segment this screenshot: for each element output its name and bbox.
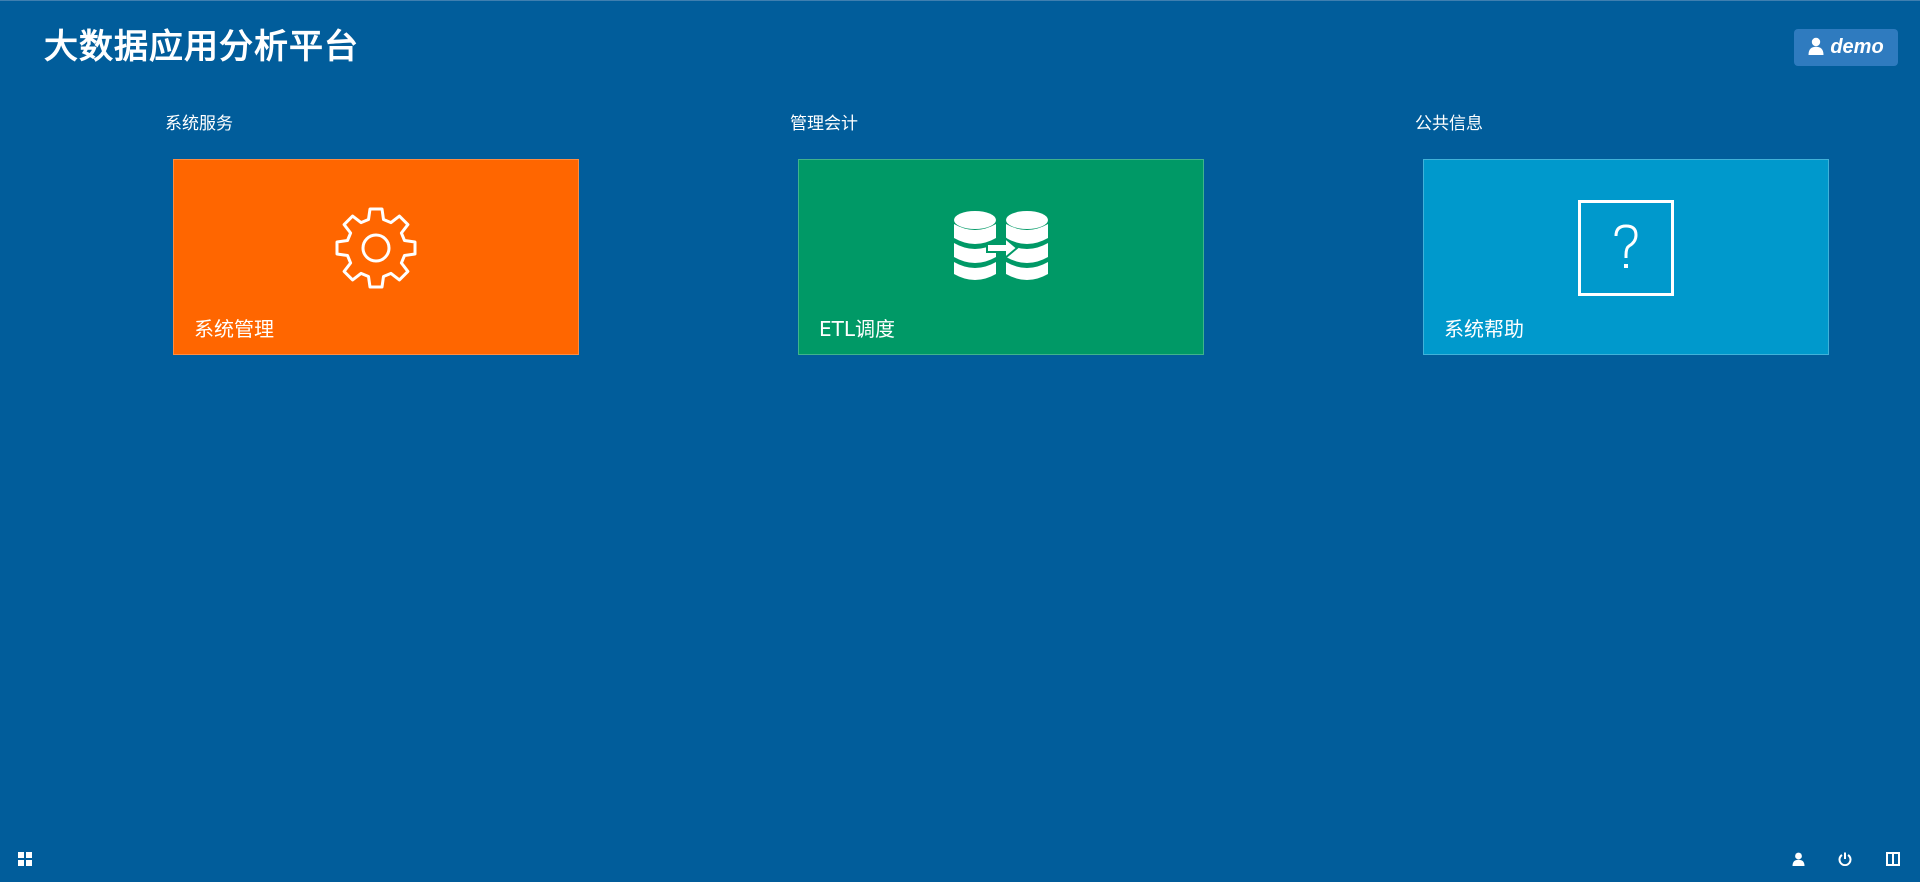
desktop: 大数据应用分析平台 demo 系统服务 系统管理 管理会计 ETL调度 公共信息…	[0, 0, 1920, 882]
database-transfer-icon	[951, 198, 1051, 298]
section-title-public-info: 公共信息	[1415, 114, 1483, 134]
user-name: demo	[1830, 36, 1884, 58]
section-title-system-services: 系统服务	[165, 114, 233, 134]
tile-label: ETL调度	[819, 317, 895, 341]
tile-system-management[interactable]: 系统管理	[173, 159, 579, 355]
tile-etl-scheduling[interactable]: ETL调度	[798, 159, 1204, 355]
split-view-icon[interactable]	[1884, 850, 1902, 868]
user-icon[interactable]	[1789, 850, 1807, 868]
tile-label: 系统帮助	[1444, 317, 1524, 341]
section-title-management-accounting: 管理会计	[790, 114, 858, 134]
user-icon	[1808, 37, 1824, 59]
app-title: 大数据应用分析平台	[44, 27, 359, 67]
tile-system-help[interactable]: 系统帮助	[1423, 159, 1829, 355]
power-icon[interactable]	[1836, 850, 1854, 868]
gear-icon	[326, 198, 426, 298]
help-icon	[1576, 198, 1676, 298]
start-menu-icon[interactable]	[16, 850, 34, 868]
tile-label: 系统管理	[194, 317, 274, 341]
user-menu-button[interactable]: demo	[1794, 29, 1898, 66]
